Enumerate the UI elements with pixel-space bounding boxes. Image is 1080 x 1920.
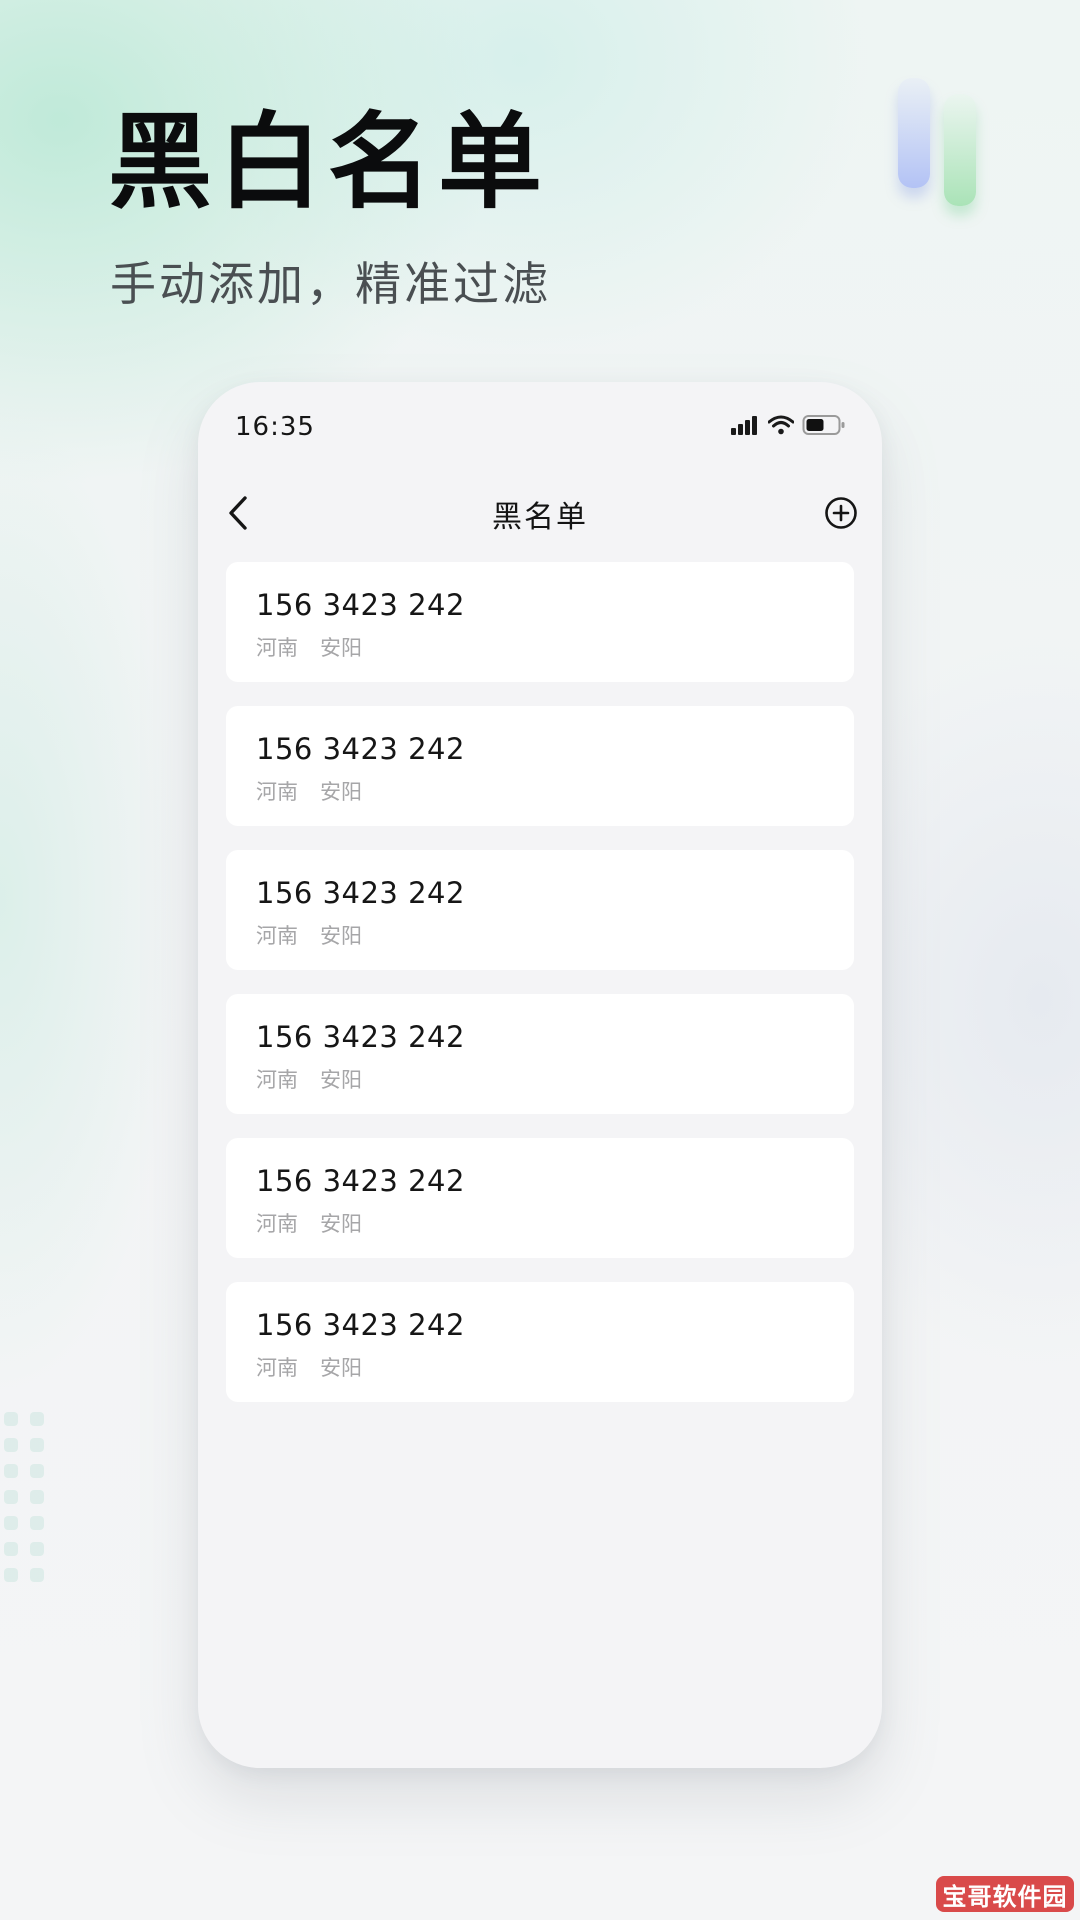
location-city: 安阳: [320, 924, 362, 948]
location-province: 河南: [256, 636, 298, 660]
location-province: 河南: [256, 1356, 298, 1380]
decorative-bar-green: [944, 94, 976, 206]
location-city: 安阳: [320, 636, 362, 660]
page-title: 黑白名单: [108, 101, 549, 223]
wifi-icon: [768, 415, 794, 435]
location-province: 河南: [256, 1068, 298, 1092]
blacklist-list: 156 3423 242 河南 安阳 156 3423 242 河南 安阳 15…: [226, 562, 854, 1426]
decorative-bars-graphic: [890, 72, 1010, 222]
location-province: 河南: [256, 1212, 298, 1236]
battery-icon: [802, 415, 845, 435]
location: 河南 安阳: [256, 1352, 362, 1382]
list-item[interactable]: 156 3423 242 河南 安阳: [226, 1138, 854, 1258]
location-city: 安阳: [320, 1356, 362, 1380]
watermark-logo: 宝哥软件园: [936, 1876, 1074, 1912]
location-city: 安阳: [320, 1068, 362, 1092]
list-item[interactable]: 156 3423 242 河南 安阳: [226, 562, 854, 682]
nav-title: 黑名单: [492, 500, 588, 535]
phone-number: 156 3423 242: [256, 876, 465, 910]
decorative-dot-grid: [4, 1412, 52, 1602]
signal-icon: [731, 416, 757, 435]
phone-number: 156 3423 242: [256, 1164, 465, 1198]
watermark-text: 宝哥软件园: [942, 1882, 1068, 1911]
location-city: 安阳: [320, 1212, 362, 1236]
location: 河南 安阳: [256, 920, 362, 950]
location: 河南 安阳: [256, 632, 362, 662]
location-province: 河南: [256, 780, 298, 804]
location-province: 河南: [256, 924, 298, 948]
decorative-bar-blue: [898, 78, 930, 188]
plus-circle-icon: [825, 497, 857, 529]
list-item[interactable]: 156 3423 242 河南 安阳: [226, 706, 854, 826]
phone-number: 156 3423 242: [256, 1020, 465, 1054]
location: 河南 安阳: [256, 1208, 362, 1238]
status-bar: 16:35: [198, 382, 882, 472]
phone-number: 156 3423 242: [256, 732, 465, 766]
location-city: 安阳: [320, 780, 362, 804]
phone-number: 156 3423 242: [256, 1308, 465, 1342]
location: 河南 安阳: [256, 1064, 362, 1094]
status-time: 16:35: [235, 412, 315, 442]
list-item[interactable]: 156 3423 242 河南 安阳: [226, 1282, 854, 1402]
status-icons: [730, 414, 846, 436]
location: 河南 安阳: [256, 776, 362, 806]
nav-bar: 黑名单: [198, 472, 882, 554]
page-subtitle: 手动添加，精准过滤: [110, 257, 551, 311]
add-button[interactable]: [822, 494, 860, 532]
list-item[interactable]: 156 3423 242 河南 安阳: [226, 994, 854, 1114]
phone-number: 156 3423 242: [256, 588, 465, 622]
list-item[interactable]: 156 3423 242 河南 安阳: [226, 850, 854, 970]
phone-screen-mockup: 16:35 黑名单 156 3423 242 河南 安阳 156 3423 24…: [198, 382, 882, 1768]
